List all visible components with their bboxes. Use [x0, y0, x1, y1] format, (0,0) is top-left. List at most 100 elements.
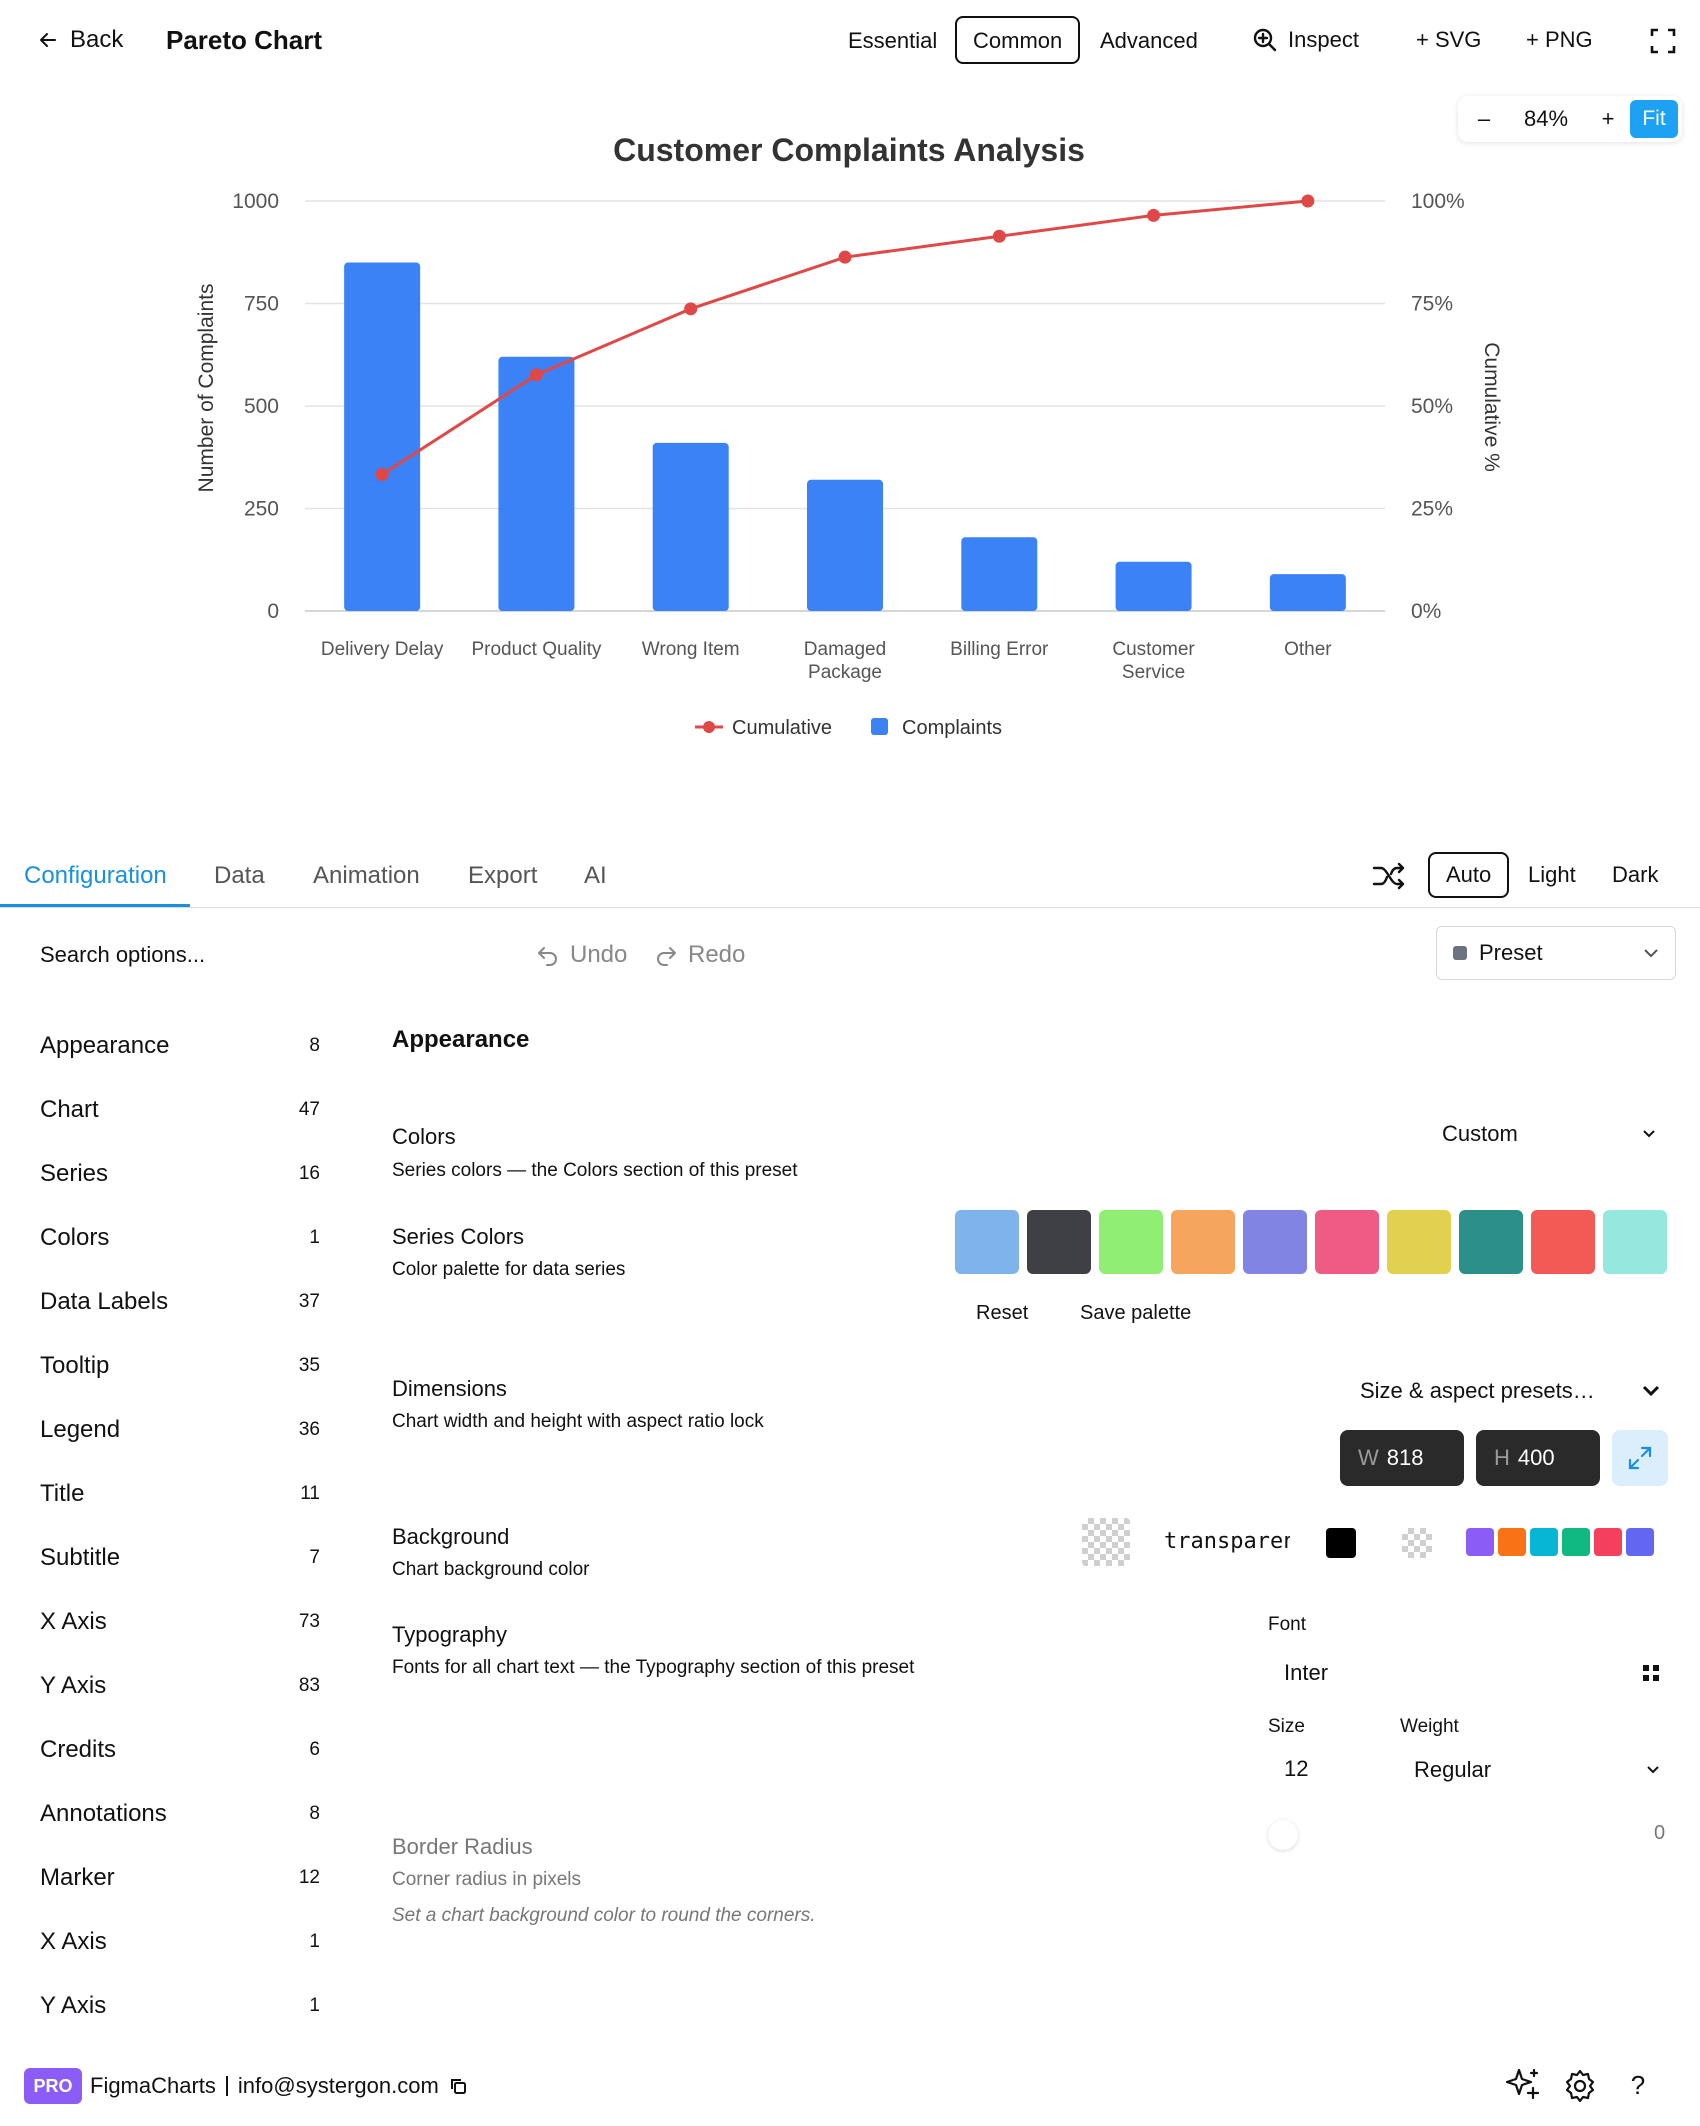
sidebar-item-count: 1 [309, 1931, 320, 1952]
colors-desc: Series colors — the Colors section of th… [392, 1160, 798, 1181]
series-colors-title: Series Colors [392, 1224, 525, 1249]
tab-animation[interactable]: Animation [313, 858, 420, 894]
width-field[interactable]: W 818 [1340, 1430, 1464, 1486]
background-quick-color-6[interactable] [1626, 1528, 1654, 1556]
tab-ai[interactable]: AI [584, 858, 607, 894]
reset-palette-button[interactable]: Reset [976, 1302, 1028, 1325]
sidebar-item-data-labels[interactable]: Data Labels 37 [40, 1282, 320, 1322]
sidebar-item-x-axis-2[interactable]: X Axis 1 [40, 1922, 320, 1962]
background-quick-color-2[interactable] [1498, 1528, 1526, 1556]
mode-tab-common[interactable]: Common [955, 16, 1081, 64]
palette-swatch-7[interactable] [1387, 1210, 1451, 1274]
fullscreen-icon[interactable] [1650, 28, 1676, 54]
background-quick-color-1[interactable] [1466, 1528, 1494, 1556]
typography-desc: Fonts for all chart text — the Typograph… [392, 1657, 915, 1678]
background-swatch-black[interactable] [1326, 1528, 1356, 1558]
sidebar-item-subtitle[interactable]: Subtitle 7 [40, 1538, 320, 1578]
add-png-button[interactable]: + PNG [1526, 20, 1593, 60]
sidebar-item-count: 47 [298, 1099, 320, 1120]
palette-swatch-5[interactable] [1243, 1210, 1307, 1274]
shuffle-icon[interactable] [1372, 860, 1406, 892]
height-field[interactable]: H 400 [1476, 1430, 1600, 1486]
chevron-down-icon [1642, 1129, 1656, 1139]
sidebar-item-colors[interactable]: Colors 1 [40, 1218, 320, 1258]
size-presets-select[interactable]: Size & aspect presets… [1360, 1374, 1660, 1408]
theme-dark-button[interactable]: Dark [1594, 852, 1676, 898]
mode-tab-advanced[interactable]: Advanced [1082, 16, 1216, 64]
sidebar-item-credits[interactable]: Credits 6 [40, 1730, 320, 1770]
bar [498, 356, 575, 611]
sidebar-item-x-axis[interactable]: X Axis 73 [40, 1602, 320, 1642]
help-icon[interactable]: ? [1626, 2070, 1650, 2101]
sidebar-item-y-axis[interactable]: Y Axis 83 [40, 1666, 320, 1706]
copy-icon[interactable] [449, 2077, 467, 2095]
border-radius-slider-handle[interactable] [1268, 1820, 1298, 1850]
sidebar-item-count: 12 [298, 1867, 320, 1888]
expand-icon [1627, 1445, 1653, 1471]
contact-email[interactable]: info@systergon.com [238, 2070, 439, 2102]
sidebar-item-count: 16 [298, 1163, 320, 1184]
inspect-button[interactable]: Inspect [1252, 20, 1359, 60]
tab-export[interactable]: Export [468, 858, 537, 894]
palette-swatch-1[interactable] [955, 1210, 1019, 1274]
sidebar-item-title[interactable]: Title 11 [40, 1474, 320, 1514]
back-button[interactable]: Back [38, 22, 123, 58]
background-swatch-transparent[interactable] [1402, 1528, 1432, 1558]
palette-swatch-9[interactable] [1531, 1210, 1595, 1274]
sidebar-item-legend[interactable]: Legend 36 [40, 1410, 320, 1450]
font-weight-select[interactable]: Regular [1414, 1754, 1660, 1786]
undo-button[interactable]: Undo [536, 936, 627, 974]
search-input[interactable] [24, 934, 464, 976]
tabs-divider [0, 907, 1700, 908]
sidebar-item-label: Colors [40, 1224, 110, 1251]
background-color-input[interactable]: transparent [1164, 1526, 1290, 1558]
sidebar-item-y-axis-2[interactable]: Y Axis 1 [40, 1986, 320, 2026]
x-tick-label: Service [1122, 662, 1185, 683]
sidebar-item-annotations[interactable]: Annotations 8 [40, 1794, 320, 1834]
preset-dropdown[interactable]: Preset [1436, 926, 1676, 980]
font-label: Font [1268, 1614, 1307, 1635]
font-select[interactable]: Inter [1268, 1656, 1660, 1690]
cumulative-point [529, 368, 543, 382]
sidebar-item-label: Y Axis [40, 1992, 107, 2019]
sidebar-item-marker[interactable]: Marker 12 [40, 1858, 320, 1898]
zoom-in-icon [1252, 27, 1278, 53]
sidebar-item-chart[interactable]: Chart 47 [40, 1090, 320, 1130]
tab-configuration[interactable]: Configuration [24, 858, 167, 894]
bar [1115, 561, 1192, 611]
y2-tick-label: 0% [1411, 600, 1441, 623]
y-tick-label: 1000 [232, 190, 279, 213]
ai-sparkle-icon[interactable] [1504, 2066, 1542, 2104]
font-size-input[interactable]: 12 [1284, 1756, 1374, 1782]
theme-auto-button[interactable]: Auto [1428, 852, 1510, 898]
back-label: Back [70, 26, 124, 53]
palette-swatch-4[interactable] [1171, 1210, 1235, 1274]
palette-swatch-2[interactable] [1027, 1210, 1091, 1274]
palette-swatch-10[interactable] [1603, 1210, 1667, 1274]
palette-swatch-8[interactable] [1459, 1210, 1523, 1274]
sidebar-item-count: 11 [300, 1483, 320, 1504]
legend-label-cumulative: Cumulative [732, 717, 832, 739]
sidebar-item-count: 1 [309, 1227, 320, 1248]
add-svg-button[interactable]: + SVG [1416, 20, 1481, 60]
background-quick-color-4[interactable] [1562, 1528, 1590, 1556]
settings-gear-icon[interactable] [1562, 2068, 1598, 2104]
bar [961, 537, 1038, 611]
tab-data[interactable]: Data [214, 858, 265, 894]
sidebar-item-tooltip[interactable]: Tooltip 35 [40, 1346, 320, 1386]
aspect-lock-button[interactable] [1612, 1430, 1668, 1486]
mode-tab-essential[interactable]: Essential [830, 16, 955, 64]
save-palette-button[interactable]: Save palette [1080, 1302, 1191, 1325]
redo-button[interactable]: Redo [654, 936, 745, 974]
sidebar-item-appearance[interactable]: Appearance 8 [40, 1026, 320, 1066]
palette-swatch-3[interactable] [1099, 1210, 1163, 1274]
palette-swatch-6[interactable] [1315, 1210, 1379, 1274]
theme-light-button[interactable]: Light [1510, 852, 1594, 898]
sidebar-item-count: 35 [298, 1355, 320, 1376]
sidebar-item-label: Credits [40, 1736, 117, 1763]
colors-select[interactable]: Custom [1442, 1118, 1656, 1150]
background-color-preview[interactable] [1082, 1518, 1130, 1566]
background-quick-color-3[interactable] [1530, 1528, 1558, 1556]
sidebar-item-series[interactable]: Series 16 [40, 1154, 320, 1194]
background-quick-color-5[interactable] [1594, 1528, 1622, 1556]
